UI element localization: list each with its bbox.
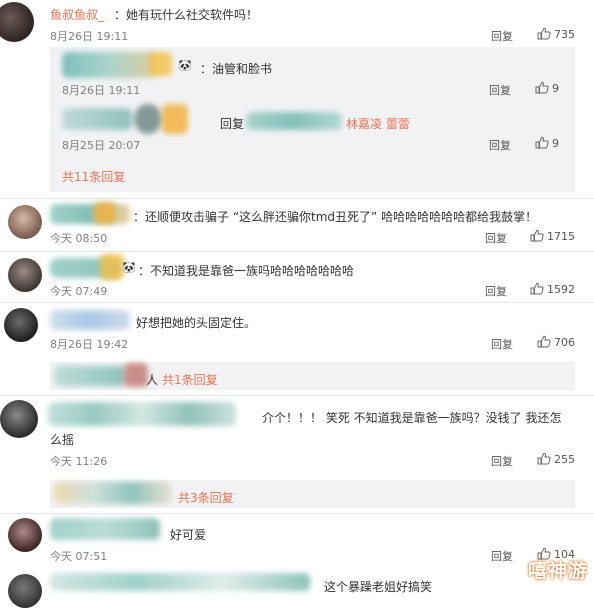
- mention-blurred: [246, 112, 342, 130]
- reply-button[interactable]: 回复: [485, 283, 507, 299]
- avatar[interactable]: [8, 205, 42, 239]
- comment-text: 介个！！！ 笑死 不知道我是靠爸一族吗？没钱了 我还怎: [262, 411, 562, 425]
- reply-avatar-blurred: [134, 104, 162, 134]
- comment-time: 8月26日 19:42: [50, 338, 129, 351]
- divider: [0, 198, 594, 199]
- reply-author-blurred: [62, 108, 132, 130]
- like-count: 1715: [547, 230, 575, 243]
- comment-time: 今天 07:51: [50, 550, 108, 563]
- commenter-name-blurred: [50, 310, 130, 330]
- more-replies-link[interactable]: 共1条回复: [162, 371, 218, 388]
- like-button[interactable]: 1715: [530, 229, 575, 243]
- comment-time: 8月26日 19:11: [50, 30, 129, 43]
- like-icon: [535, 136, 549, 149]
- like-count: 1592: [547, 283, 575, 296]
- like-button[interactable]: 255: [537, 452, 575, 466]
- reply-avatar-blurred: [162, 104, 188, 134]
- reply-author-blurred: [124, 363, 148, 387]
- reply-button[interactable]: 回复: [491, 28, 513, 44]
- reply-author-blurred: [54, 366, 126, 386]
- like-button[interactable]: 9: [535, 81, 559, 95]
- like-icon: [537, 452, 551, 465]
- avatar[interactable]: [4, 308, 38, 342]
- more-replies-link[interactable]: 共11条回复: [62, 168, 125, 185]
- reply-prefix: 回复: [220, 117, 245, 131]
- comment-text: 好可爱: [170, 528, 207, 542]
- commenter-name-blurred: [50, 204, 130, 224]
- like-icon: [537, 335, 551, 348]
- reply-button[interactable]: 回复: [491, 453, 513, 469]
- avatar[interactable]: [0, 2, 34, 42]
- like-count: 255: [554, 453, 575, 466]
- commenter-name-blurred: [50, 518, 160, 540]
- reply-text: ：油管和脸书: [200, 62, 273, 76]
- comment-text: 这个暴躁老姐好搞笑: [324, 580, 433, 594]
- reply-author-suffix: 人: [146, 373, 159, 387]
- like-icon: [530, 282, 544, 295]
- more-replies-link[interactable]: 共3条回复: [178, 489, 234, 506]
- reply-button[interactable]: 回复: [489, 137, 511, 153]
- reply-author-blurred: [62, 52, 157, 78]
- comment-time: 今天 07:49: [50, 285, 108, 298]
- like-icon: [537, 27, 551, 40]
- like-count: 735: [554, 28, 575, 41]
- divider: [0, 302, 594, 303]
- panda-emoji-icon: 🐼: [178, 59, 192, 72]
- mention-link[interactable]: 林嘉凌 蕾蕾: [346, 115, 410, 132]
- divider: [0, 513, 594, 514]
- like-count: 9: [552, 82, 559, 95]
- like-button[interactable]: 1592: [530, 282, 575, 296]
- reply-button[interactable]: 回复: [491, 336, 513, 352]
- avatar[interactable]: [8, 258, 42, 292]
- reply-time: 8月25日 20:07: [62, 139, 141, 152]
- like-button[interactable]: 9: [535, 136, 559, 150]
- avatar[interactable]: [8, 574, 42, 608]
- commenter-name-blurred: [48, 402, 236, 426]
- panda-emoji-icon: 🐼: [122, 261, 136, 274]
- comment-text-continued: 么摇: [50, 433, 75, 447]
- like-count: 9: [552, 137, 559, 150]
- reply-author-blurred: [54, 482, 172, 504]
- divider: [0, 395, 594, 396]
- watermark: 嘻神游: [527, 560, 588, 582]
- comment-text: ：还顺便攻击骗子 “这么胖还骗你tmd丑死了” 哈哈哈哈哈哈哈都给我鼓掌！: [133, 210, 538, 224]
- comment-text: ：她有玩什么社交软件吗！: [114, 8, 259, 22]
- comment-time: 今天 08:50: [50, 232, 108, 245]
- reply-button[interactable]: 回复: [485, 230, 507, 246]
- reply-author-blurred: [150, 52, 172, 76]
- like-count: 706: [554, 336, 575, 349]
- reply-time: 8月26日 19:11: [62, 84, 141, 97]
- commenter-name-blurred: [94, 202, 116, 224]
- commenter-name-blurred: [100, 254, 124, 280]
- avatar[interactable]: [8, 518, 42, 552]
- like-button[interactable]: 706: [537, 335, 575, 349]
- reply-button[interactable]: 回复: [491, 548, 513, 564]
- commenter-name[interactable]: 鱼叔鱼叔_: [50, 6, 104, 23]
- avatar[interactable]: [0, 400, 38, 438]
- comment-time: 今天 11:26: [50, 455, 108, 468]
- like-icon: [530, 229, 544, 242]
- like-icon: [535, 81, 549, 94]
- commenter-name-blurred: [50, 573, 310, 591]
- reply-button[interactable]: 回复: [489, 82, 511, 98]
- comment-text: ：不知道我是靠爸一族吗哈哈哈哈哈哈哈: [138, 264, 355, 278]
- divider: [0, 251, 594, 252]
- comment-text: 好想把她的头固定住。: [136, 316, 257, 330]
- like-button[interactable]: 735: [537, 27, 575, 41]
